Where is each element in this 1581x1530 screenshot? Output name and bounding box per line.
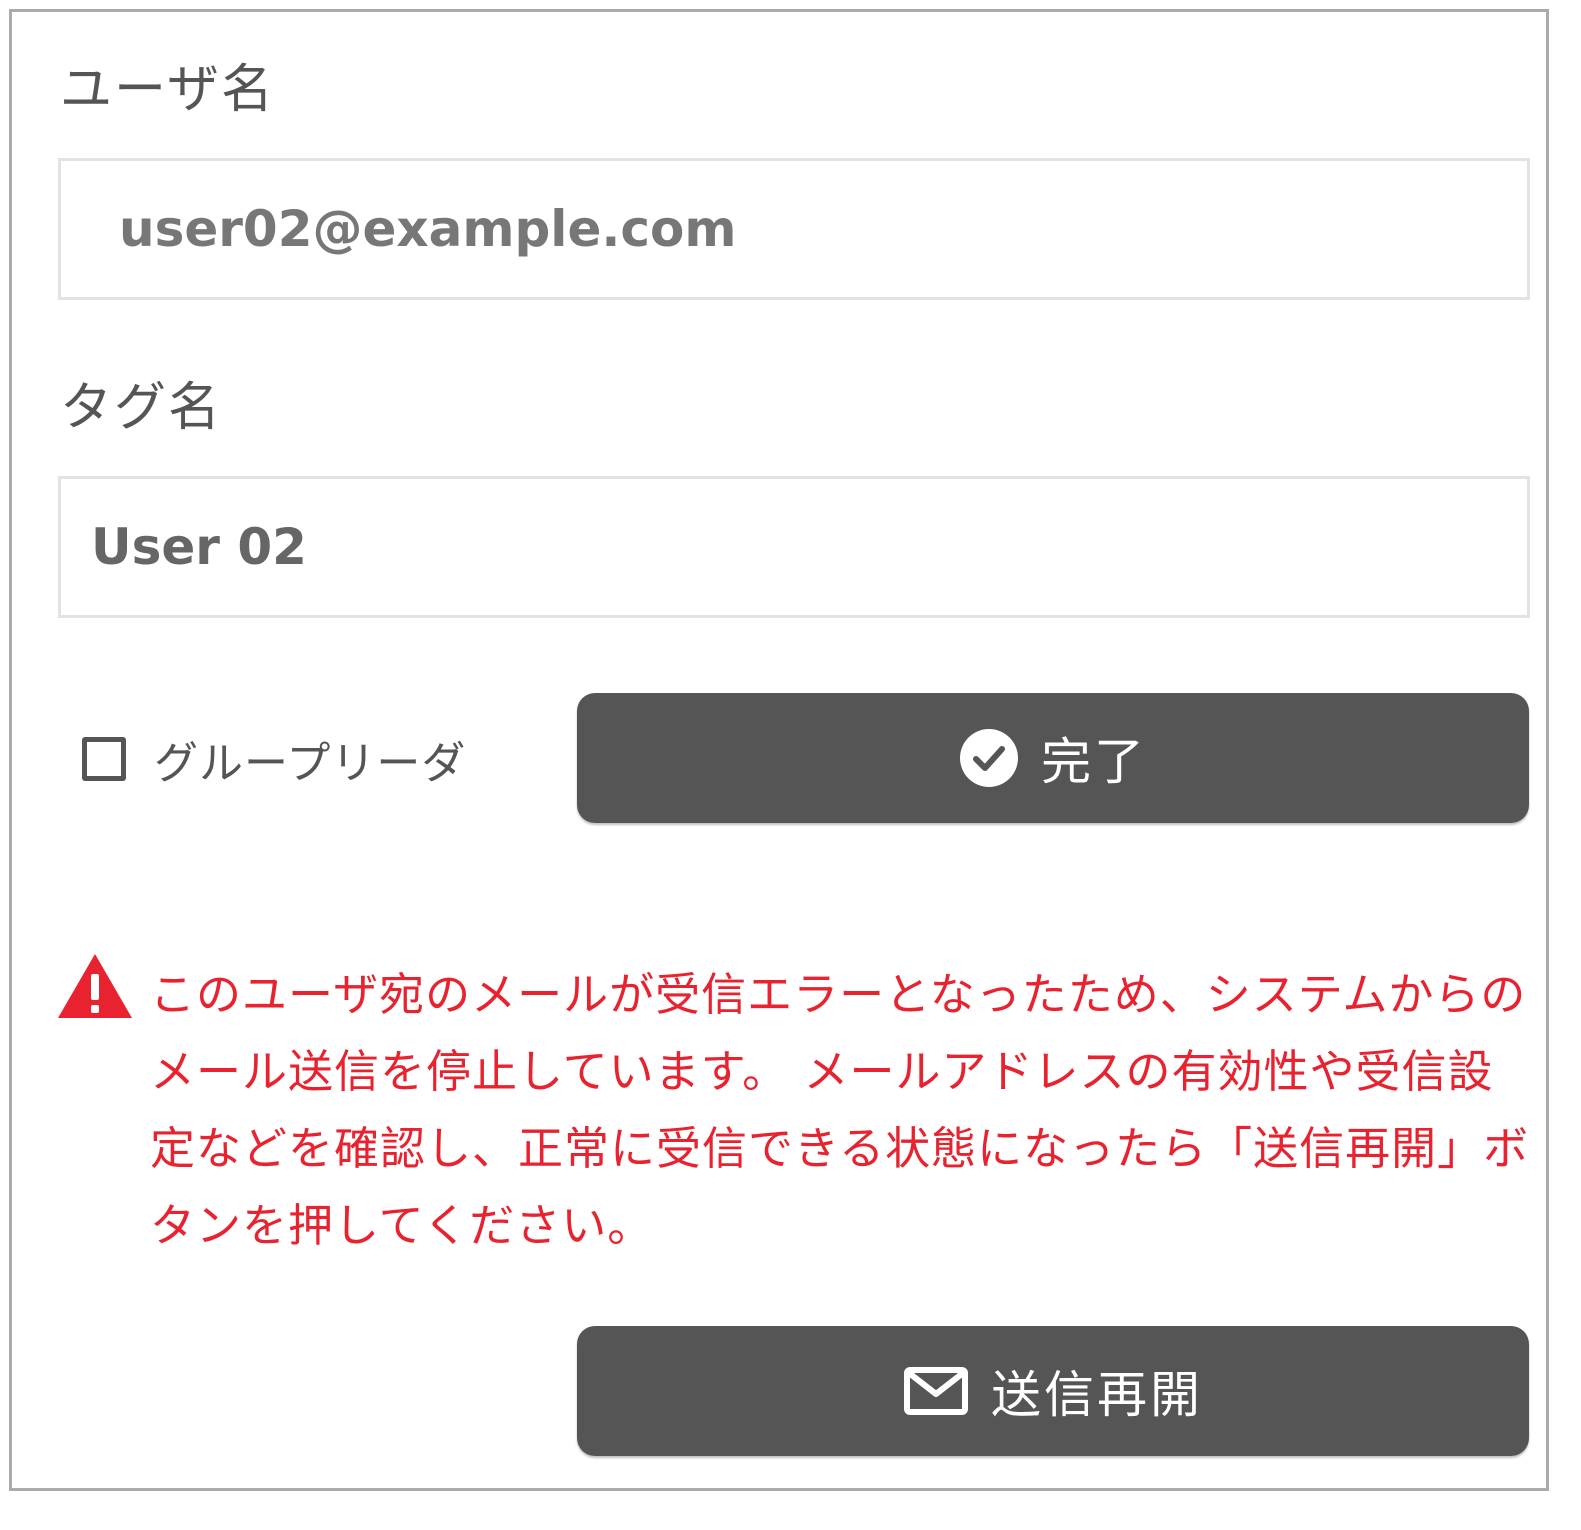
warning-triangle-icon xyxy=(56,952,134,1024)
resend-button[interactable]: 送信再開 xyxy=(577,1326,1529,1456)
group-leader-label: グループリーダ xyxy=(154,738,467,789)
resend-button-label: 送信再開 xyxy=(991,1366,1203,1424)
done-button-label: 完了 xyxy=(1041,733,1147,791)
user-edit-panel: ユーザ名 タグ名 グループリーダ 完了 このユーザ宛のメールが受信エラーとなった… xyxy=(9,9,1549,1491)
username-input[interactable] xyxy=(58,158,1530,300)
tagname-input[interactable] xyxy=(58,476,1530,618)
group-leader-checkbox-row[interactable]: グループリーダ xyxy=(82,724,466,794)
alert-message: このユーザ宛のメールが受信エラーとなったため、システムからのメール送信を停止して… xyxy=(150,968,1530,1252)
tagname-label: タグ名 xyxy=(60,378,223,438)
done-button[interactable]: 完了 xyxy=(577,693,1529,823)
mail-icon xyxy=(903,1366,969,1416)
group-leader-checkbox[interactable] xyxy=(82,737,126,781)
check-circle-icon xyxy=(959,728,1019,788)
username-label: ユーザ名 xyxy=(60,60,275,120)
